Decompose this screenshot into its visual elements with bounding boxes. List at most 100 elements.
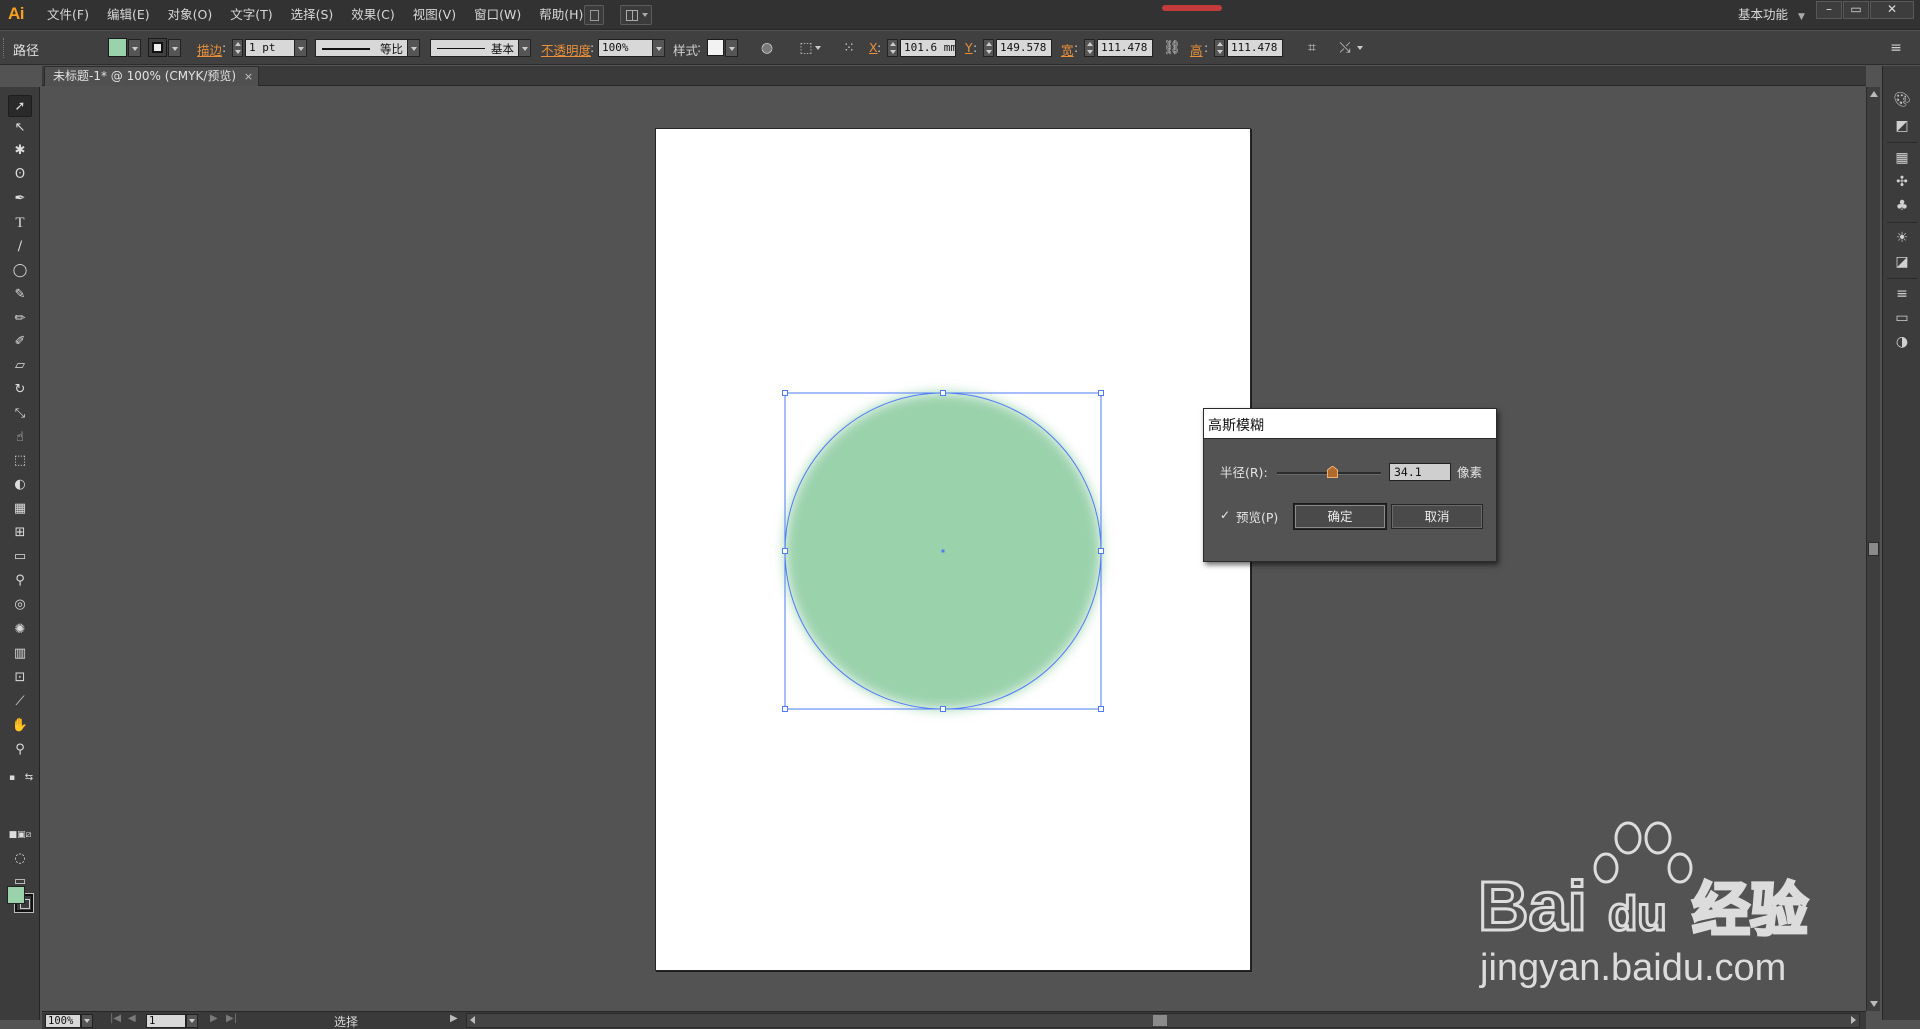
opacity-field[interactable]: 100% — [598, 39, 653, 57]
preview-checkbox[interactable]: ✓ — [1220, 509, 1232, 521]
artboard-number-field[interactable]: 1 — [146, 1014, 186, 1028]
stroke-panel-icon[interactable]: ≡ — [1892, 284, 1912, 304]
line-segment-tool-icon[interactable]: ∕ — [8, 236, 32, 258]
resize-handle-bottom[interactable] — [940, 706, 946, 712]
stroke-dropdown[interactable] — [168, 39, 181, 57]
stroke-weight-field[interactable]: 1 pt — [245, 39, 295, 57]
color-panel-icon[interactable]: 🎨︎ — [1892, 90, 1912, 110]
minimize-button[interactable]: – — [1816, 1, 1842, 19]
previous-artboard-icon[interactable]: ◀ — [128, 1013, 136, 1024]
resize-handle-bottom-right[interactable] — [1098, 706, 1104, 712]
gradient-panel-icon[interactable]: ▭ — [1892, 308, 1912, 328]
graphic-style-dropdown[interactable] — [725, 39, 738, 57]
profile-dropdown[interactable] — [407, 39, 420, 57]
menu-object[interactable]: 对象(O) — [159, 0, 222, 30]
eraser-tool-icon[interactable]: ▱ — [8, 355, 32, 377]
artboard-dropdown[interactable] — [186, 1014, 198, 1028]
opacity-panel-link[interactable]: 不透明度 — [541, 40, 591, 59]
drawing-mode-icon[interactable]: ◌ — [8, 848, 32, 870]
menu-window[interactable]: 窗口(W) — [465, 0, 530, 30]
pen-tool-icon[interactable]: ✒ — [8, 188, 32, 210]
stroke-panel-link[interactable]: 描边 — [197, 40, 222, 59]
horizontal-scrollbar[interactable] — [466, 1013, 1860, 1028]
menu-type[interactable]: 文字(T) — [221, 0, 281, 30]
scroll-right-arrow-icon[interactable] — [1851, 1016, 1856, 1024]
x-position-field[interactable]: 101.6 mm — [900, 39, 956, 57]
go-to-bridge-button[interactable] — [584, 5, 604, 25]
rotate-tool-icon[interactable]: ↻ — [8, 379, 32, 401]
resize-handle-right[interactable] — [1098, 548, 1104, 554]
resize-handle-top-right[interactable] — [1098, 390, 1104, 396]
scroll-up-arrow-icon[interactable] — [1870, 91, 1878, 97]
align-dropdown[interactable] — [812, 39, 825, 57]
menu-select[interactable]: 选择(S) — [282, 0, 343, 30]
width-field[interactable]: 111.478 — [1097, 39, 1153, 57]
last-artboard-icon[interactable]: ▶| — [226, 1013, 237, 1024]
magic-wand-tool-icon[interactable]: ✱ — [8, 140, 32, 162]
ellipse-tool-icon[interactable]: ◯ — [8, 260, 32, 282]
shape-builder-tool-icon[interactable]: ◐ — [8, 474, 32, 496]
workspace-switcher[interactable]: 基本功能 ▼ — [1738, 0, 1805, 30]
graphic-style-swatch[interactable] — [707, 39, 724, 56]
resize-handle-top-left[interactable] — [782, 390, 788, 396]
blend-tool-icon[interactable]: ◎ — [8, 594, 32, 616]
mesh-tool-icon[interactable]: ⊞ — [8, 522, 32, 544]
default-fill-stroke-icon[interactable]: ▪ — [4, 771, 20, 785]
close-window-button[interactable]: ✕ — [1870, 1, 1914, 19]
zoom-tool-icon[interactable]: ⚲ — [8, 739, 32, 761]
restore-button[interactable]: ▭ — [1843, 1, 1869, 19]
graphic-styles-panel-icon[interactable]: ◪ — [1892, 252, 1912, 272]
cancel-button[interactable]: 取消 — [1391, 504, 1483, 529]
resize-handle-left[interactable] — [782, 548, 788, 554]
stroke-weight-stepper[interactable] — [232, 39, 243, 57]
color-guide-panel-icon[interactable]: ◩ — [1892, 116, 1912, 136]
preview-label[interactable]: 预览(P) — [1236, 507, 1278, 526]
horizontal-scroll-thumb[interactable] — [1153, 1015, 1167, 1026]
swatches-panel-icon[interactable]: ▦ — [1892, 148, 1912, 168]
brushes-panel-icon[interactable]: ✣ — [1892, 172, 1912, 192]
eyedropper-tool-icon[interactable]: ⚲ — [8, 570, 32, 592]
isolate-icon[interactable]: ⤯ — [1335, 39, 1355, 57]
paintbrush-tool-icon[interactable]: ✎ — [8, 284, 32, 306]
fill-color-swatch[interactable] — [108, 38, 127, 57]
isolate-dropdown[interactable] — [1354, 39, 1367, 57]
pencil-tool-icon[interactable]: ✏ — [8, 308, 32, 330]
symbols-panel-icon[interactable]: ♣ — [1892, 196, 1912, 216]
x-stepper[interactable] — [887, 39, 898, 57]
scroll-down-arrow-icon[interactable] — [1870, 1001, 1878, 1007]
menu-edit[interactable]: 编辑(E) — [98, 0, 159, 30]
color-gradient-none-icon[interactable]: ■▣⧄ — [4, 828, 36, 842]
menu-effect[interactable]: 效果(C) — [342, 0, 403, 30]
height-field[interactable]: 111.478 — [1227, 39, 1283, 57]
type-tool-icon[interactable]: T — [8, 212, 32, 234]
document-tab[interactable]: 未标题-1* @ 100% (CMYK/预览) × — [44, 66, 260, 86]
dialog-titlebar[interactable]: 高斯模糊 — [1204, 409, 1496, 439]
symbol-sprayer-tool-icon[interactable]: ✺ — [8, 619, 32, 641]
fill-dropdown[interactable] — [128, 39, 141, 57]
fill-swatch[interactable] — [7, 886, 25, 904]
recolor-artwork-icon[interactable]: ◍ — [757, 39, 777, 57]
transform-icon[interactable]: ⌗ — [1302, 39, 1322, 57]
direct-selection-tool-icon[interactable]: ↖ — [8, 117, 32, 139]
free-transform-tool-icon[interactable]: ⬚ — [8, 450, 32, 472]
column-graph-tool-icon[interactable]: ▥ — [8, 643, 32, 665]
brush-dropdown[interactable] — [518, 39, 531, 57]
menu-file[interactable]: 文件(F) — [38, 0, 98, 30]
lasso-tool-icon[interactable]: ʘ — [8, 164, 32, 186]
hand-tool-icon[interactable]: ✋ — [8, 715, 32, 737]
selection-tool-icon[interactable]: ➚ — [8, 95, 32, 117]
status-text[interactable]: 选择 — [334, 1013, 358, 1029]
swap-fill-stroke-icon[interactable]: ⇆ — [22, 771, 36, 785]
resize-handle-top[interactable] — [940, 390, 946, 396]
resize-handle-bottom-left[interactable] — [782, 706, 788, 712]
brush-definition[interactable]: 基本 — [430, 39, 520, 57]
radius-slider-thumb[interactable] — [1326, 466, 1338, 478]
close-tab-button[interactable]: × — [244, 67, 253, 86]
radius-input[interactable]: 34.1 — [1389, 463, 1451, 481]
link-icon[interactable]: ⛓ — [1162, 39, 1182, 57]
variable-width-profile[interactable]: 等比 — [315, 39, 409, 57]
vertical-scroll-thumb[interactable] — [1868, 542, 1879, 556]
panel-grip[interactable] — [3, 38, 7, 58]
ok-button[interactable]: 确定 — [1294, 504, 1386, 529]
gradient-tool-icon[interactable]: ▭ — [8, 546, 32, 568]
